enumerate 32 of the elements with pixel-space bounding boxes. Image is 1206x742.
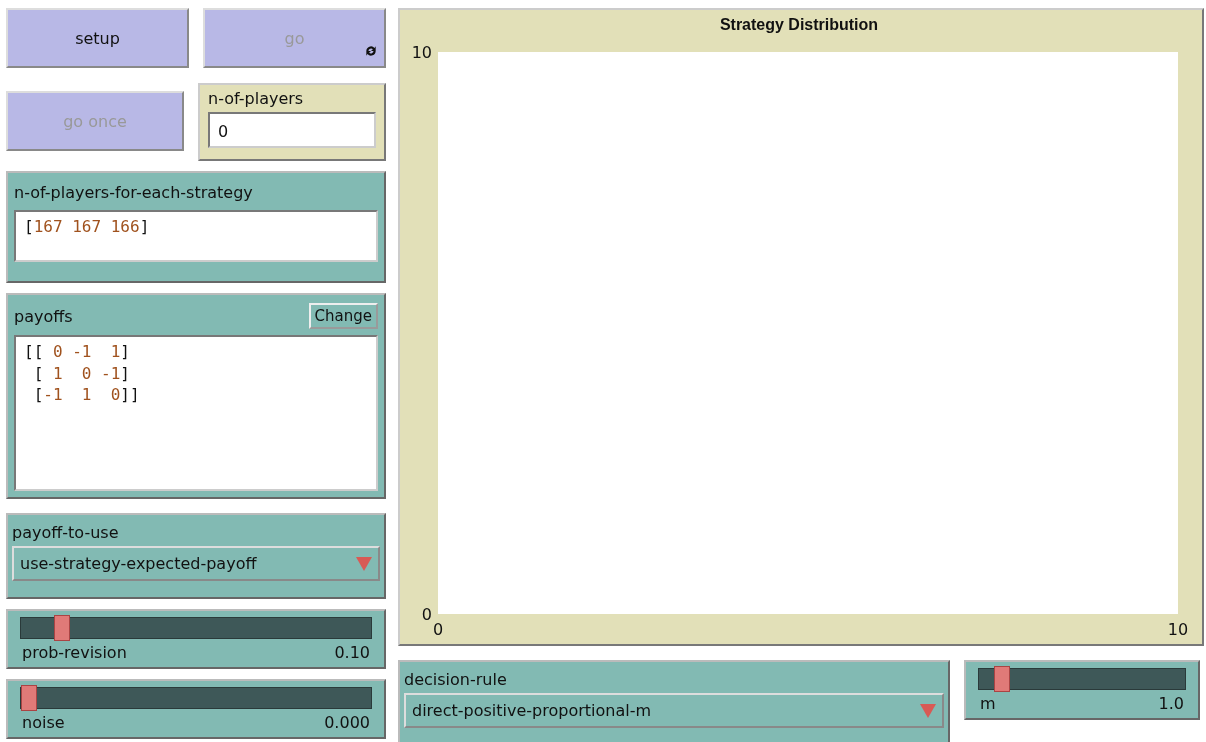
slider-value: 1.0 — [1158, 694, 1184, 713]
slider-label: noise — [22, 713, 65, 732]
y-tick-label: 0 — [421, 605, 432, 624]
input-label: n-of-players — [208, 89, 305, 108]
slider-track[interactable] — [20, 617, 372, 639]
dropdown-arrow-icon — [920, 703, 936, 718]
change-button[interactable]: Change — [308, 303, 378, 329]
slider-handle[interactable] — [994, 666, 1011, 692]
slider-label: prob-revision — [22, 643, 127, 662]
input-label: n-of-players-for-each-strategy — [14, 183, 254, 202]
slider-track[interactable] — [20, 687, 372, 709]
slider-handle[interactable] — [21, 685, 37, 711]
chooser-label: payoff-to-use — [12, 523, 120, 542]
x-tick-label: 10 — [1167, 620, 1189, 639]
slider-value: 0.000 — [324, 713, 370, 732]
input-label: payoffs — [14, 306, 73, 326]
dropdown-arrow-icon — [356, 556, 372, 571]
input-field[interactable]: [[ 0 -1 1] [ 1 0 -1] [-1 1 0]] — [14, 335, 378, 491]
chooser-label: decision-rule — [404, 670, 508, 689]
plot-title: Strategy Distribution — [718, 16, 880, 35]
y-tick-label: 10 — [411, 43, 432, 62]
slider-track[interactable] — [978, 668, 1186, 690]
slider-value: 0.10 — [334, 643, 370, 662]
input-field[interactable]: 0 — [208, 112, 376, 148]
dropdown[interactable]: use-strategy-expected-payoff — [12, 546, 380, 581]
repeat-icon — [364, 44, 378, 58]
x-tick-label: 0 — [432, 620, 444, 639]
slider-label: m — [980, 694, 996, 713]
slider-handle[interactable] — [54, 615, 71, 641]
command-button[interactable]: setup — [6, 8, 189, 68]
input-field[interactable]: [167 167 166] — [14, 210, 378, 262]
dropdown[interactable]: direct-positive-proportional-m — [404, 693, 944, 728]
